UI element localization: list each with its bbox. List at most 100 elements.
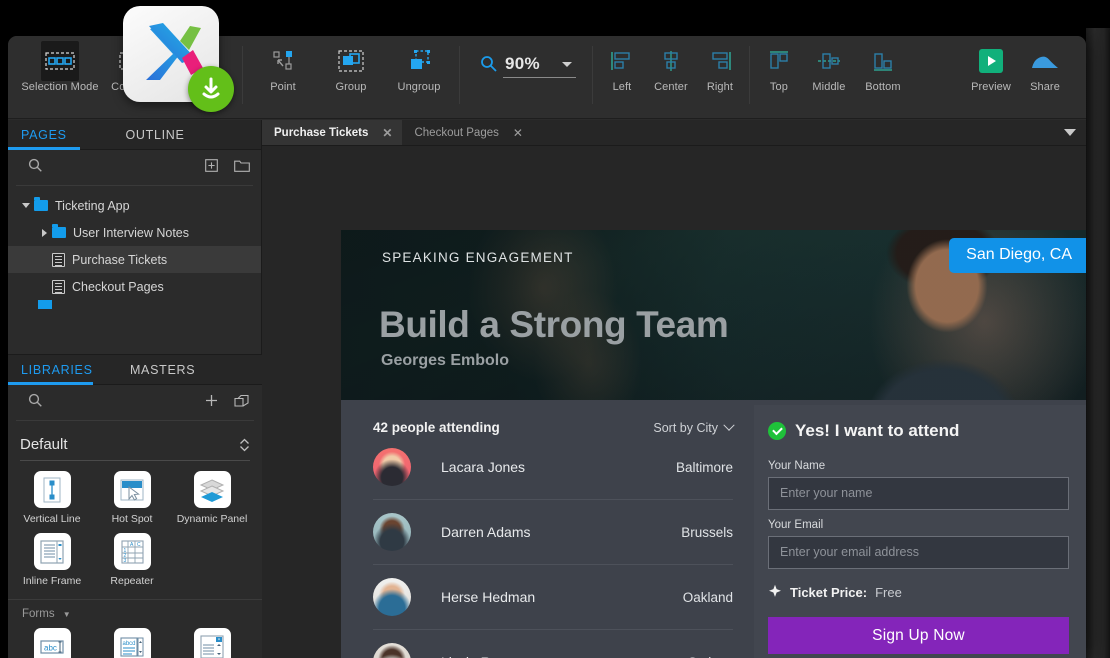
tree-item-label: Checkout Pages (72, 280, 164, 294)
align-top-button[interactable]: Top (756, 41, 802, 113)
tab-masters[interactable]: MASTERS (93, 355, 233, 384)
tree-item-partially-hidden[interactable] (8, 300, 261, 309)
caret-down-icon[interactable] (18, 203, 34, 208)
attendee-row[interactable]: Herse Hedman Oakland (373, 565, 733, 630)
desktop-background-edge (1086, 28, 1110, 658)
toolbar-group-button[interactable]: Group (317, 41, 385, 113)
preview-button[interactable]: Preview (964, 41, 1018, 113)
libraries-search-input[interactable] (42, 396, 205, 410)
attendee-name: Herse Hedman (441, 589, 535, 605)
widget-vertical-line[interactable]: Vertical Line (12, 471, 92, 525)
page-icon (52, 253, 65, 267)
search-icon[interactable] (28, 158, 42, 177)
align-right-button[interactable]: Right (697, 41, 743, 113)
widget-label: Hot Spot (112, 513, 153, 525)
canvas-tab-label: Checkout Pages (414, 127, 498, 139)
share-button[interactable]: Share (1018, 41, 1072, 113)
align-bottom-button[interactable]: Bottom (856, 41, 910, 113)
zoom-field[interactable]: 90% (503, 54, 576, 78)
avatar (373, 513, 411, 551)
tab-pages[interactable]: PAGES (8, 120, 80, 149)
library-section-forms[interactable]: Forms ▼ (8, 599, 262, 620)
toolbar-point-button[interactable]: Point (249, 41, 317, 113)
download-arrow-icon[interactable] (188, 66, 234, 112)
attendee-row[interactable]: Lizzie Rose Sydney (373, 630, 733, 658)
ticket-price-row: Ticket Price: Free (768, 584, 1075, 601)
close-icon[interactable]: ✕ (382, 126, 392, 140)
attendee-name: Lacara Jones (441, 459, 525, 475)
toolbar-selection-mode-button[interactable]: Selection Mode (18, 41, 102, 113)
droplist-widget-icon (194, 628, 231, 658)
toolbar-group-shape: Point Group Ungroup (249, 36, 453, 119)
tab-outline[interactable]: OUTLINE (80, 120, 230, 149)
libraries-search-row (16, 385, 254, 421)
zoom-control[interactable]: 90% (480, 54, 576, 78)
attendee-city: Brussels (681, 525, 733, 540)
ticket-price-label: Ticket Price: (790, 585, 867, 600)
toolbar-divider-2 (459, 46, 460, 104)
play-icon (977, 41, 1005, 81)
duplicate-icon[interactable] (234, 394, 249, 412)
widget-label: Dynamic Panel (177, 513, 248, 525)
caret-right-icon[interactable] (36, 229, 52, 237)
align-middle-button[interactable]: Middle (802, 41, 856, 113)
email-input[interactable] (768, 536, 1069, 569)
widget-hot-spot[interactable]: Hot Spot (92, 471, 172, 525)
add-page-icon[interactable] (205, 159, 218, 177)
magnifier-icon (480, 55, 497, 77)
add-folder-icon[interactable] (234, 159, 250, 177)
widget-droplist[interactable] (172, 628, 252, 658)
tree-item-checkout-pages[interactable]: Checkout Pages (8, 273, 261, 300)
sign-up-button[interactable]: Sign Up Now (768, 617, 1069, 654)
tree-item-purchase-tickets[interactable]: Purchase Tickets (8, 246, 261, 273)
toolbar-selection-mode-label: Selection Mode (21, 81, 98, 93)
align-bottom-label: Bottom (865, 81, 900, 93)
share-label: Share (1030, 81, 1060, 93)
attendee-row[interactable]: Lacara Jones Baltimore (373, 435, 733, 500)
toolbar-ungroup-button[interactable]: Ungroup (385, 41, 453, 113)
widget-repeater[interactable]: AC123 Repeater (92, 533, 172, 587)
chevron-down-icon[interactable] (562, 62, 572, 67)
inline-frame-widget-icon (34, 533, 71, 570)
widget-dynamic-panel[interactable]: Dynamic Panel (172, 471, 252, 525)
widget-text-field[interactable]: abc (12, 628, 92, 658)
design-canvas[interactable]: SPEAKING ENGAGEMENT Build a Strong Team … (262, 146, 1086, 658)
library-select[interactable]: Default (20, 429, 250, 461)
close-icon[interactable]: ✕ (513, 126, 523, 140)
toolbar-point-label: Point (270, 81, 296, 93)
name-input[interactable] (768, 477, 1069, 510)
tree-item-ticketing-app[interactable]: Ticketing App (8, 192, 261, 219)
align-middle-label: Middle (812, 81, 845, 93)
stepper-arrows-icon[interactable] (239, 438, 250, 452)
tab-libraries[interactable]: LIBRARIES (8, 355, 93, 384)
search-icon[interactable] (28, 393, 42, 412)
canvas-tabs-overflow-button[interactable] (1064, 120, 1086, 145)
widget-label: Vertical Line (23, 513, 80, 525)
tree-item-label: Purchase Tickets (72, 253, 167, 267)
canvas-tab-checkout-pages[interactable]: Checkout Pages ✕ (402, 120, 532, 145)
pages-search-input[interactable] (42, 161, 205, 175)
sort-by-dropdown[interactable]: Sort by City (653, 421, 733, 435)
align-left-button[interactable]: Left (599, 41, 645, 113)
widget-inline-frame[interactable]: Inline Frame (12, 533, 92, 587)
add-icon[interactable] (205, 394, 218, 412)
align-right-icon (708, 41, 732, 81)
toolbar-divider-4 (749, 46, 750, 104)
canvas-tab-purchase-tickets[interactable]: Purchase Tickets ✕ (262, 120, 402, 145)
hero-banner[interactable]: SPEAKING ENGAGEMENT Build a Strong Team … (341, 230, 1086, 400)
library-select-value: Default (20, 436, 68, 453)
widget-text-area[interactable]: abcd (92, 628, 172, 658)
artboard-purchase-tickets[interactable]: SPEAKING ENGAGEMENT Build a Strong Team … (341, 230, 1086, 658)
folder-icon (52, 227, 66, 238)
caret-down-icon[interactable]: ▼ (63, 610, 71, 619)
tree-item-user-interview-notes[interactable]: User Interview Notes (8, 219, 261, 246)
attendee-row[interactable]: Darren Adams Brussels (373, 500, 733, 565)
tree-item-label: User Interview Notes (73, 226, 189, 240)
application-window: Selection Mode Connect Insert (8, 36, 1086, 658)
city-badge[interactable]: San Diego, CA (949, 238, 1086, 273)
align-center-label: Center (654, 81, 688, 93)
svg-text:3: 3 (124, 558, 127, 564)
selection-mode-icon (41, 41, 79, 81)
toolbar-divider-1 (242, 46, 243, 104)
align-center-button[interactable]: Center (645, 41, 697, 113)
